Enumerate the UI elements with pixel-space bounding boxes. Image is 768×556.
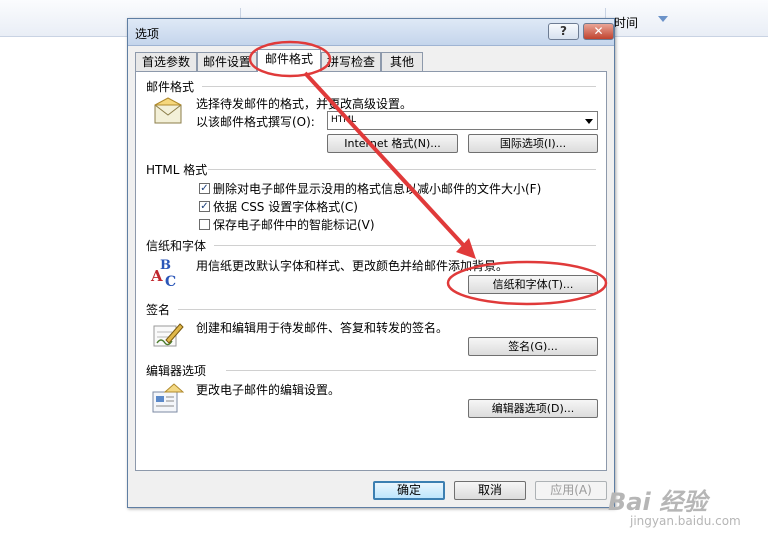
section-header-signatures: 签名 [146, 303, 171, 317]
tab-mail-format[interactable]: 邮件格式 [257, 49, 321, 72]
tab-mail-setup[interactable]: 邮件设置 [197, 52, 257, 71]
section-divider [214, 245, 596, 246]
signature-pen-icon [153, 323, 184, 347]
editor-description: 更改电子邮件的编辑设置。 [196, 383, 341, 397]
section-header-message-format: 邮件格式 [146, 80, 195, 94]
section-divider [208, 169, 596, 170]
signatures-button[interactable]: 签名(G)... [468, 337, 598, 356]
smart-tags-label: 保存电子邮件中的智能标记(V) [213, 218, 375, 232]
section-divider [202, 86, 596, 87]
sort-arrow-icon[interactable] [658, 16, 668, 22]
watermark-logo-text: Bai 经验 [608, 488, 708, 516]
options-dialog: 选项 ? ✕ 首选参数 邮件设置 邮件格式 拼写检查 其他 邮件格式 选择待发邮… [127, 18, 615, 508]
section-divider [178, 309, 596, 310]
css-formatting-checkbox[interactable]: ✓ [199, 201, 210, 212]
ok-button[interactable]: 确定 [373, 481, 445, 500]
editor-options-button[interactable]: 编辑器选项(D)... [468, 399, 598, 418]
stationery-fonts-icon: B A C [150, 258, 176, 288]
svg-text:C: C [165, 274, 176, 288]
internet-format-button[interactable]: Internet 格式(N)... [327, 134, 458, 153]
stationery-description: 用信纸更改默认字体和样式、更改颜色并给邮件添加背景。 [196, 259, 509, 273]
tab-preferences[interactable]: 首选参数 [135, 52, 197, 71]
section-header-stationery: 信纸和字体 [146, 239, 207, 253]
international-options-button[interactable]: 国际选项(I)... [468, 134, 598, 153]
close-button[interactable]: ✕ [583, 23, 614, 40]
css-formatting-label: 依据 CSS 设置字体格式(C) [213, 200, 358, 214]
message-format-description: 选择待发邮件的格式，并更改高级设置。 [196, 97, 413, 111]
tab-panel-mail-format: 邮件格式 选择待发邮件的格式，并更改高级设置。 以该邮件格式撰写(O): HTM… [135, 71, 607, 471]
smart-tags-checkbox[interactable] [199, 219, 210, 230]
section-header-editor: 编辑器选项 [146, 364, 207, 378]
watermark-url: jingyan.baidu.com [630, 514, 741, 528]
compose-format-select[interactable]: HTML [327, 111, 598, 130]
strip-formatting-checkbox[interactable]: ✓ [199, 183, 210, 194]
svg-text:A: A [150, 267, 163, 285]
dialog-title: 选项 [135, 27, 160, 41]
editor-options-icon [152, 383, 184, 413]
envelope-icon [154, 97, 182, 124]
compose-format-value: HTML [331, 115, 357, 125]
strip-formatting-label: 删除对电子邮件显示没用的格式信息以减小邮件的文件大小(F) [213, 182, 542, 196]
dialog-titlebar[interactable]: 选项 ? ✕ [128, 19, 614, 46]
section-header-html-format: HTML 格式 [146, 163, 208, 177]
section-divider [226, 370, 596, 371]
time-column-header[interactable]: 时间 [614, 14, 638, 31]
stationery-fonts-button[interactable]: 信纸和字体(T)... [468, 275, 598, 294]
tab-spelling[interactable]: 拼写检查 [321, 52, 381, 71]
chevron-down-icon[interactable] [585, 119, 593, 124]
help-button[interactable]: ? [548, 23, 579, 40]
cancel-button[interactable]: 取消 [454, 481, 526, 500]
compose-format-label: 以该邮件格式撰写(O): [196, 115, 315, 129]
tab-other[interactable]: 其他 [381, 52, 423, 71]
baidu-jingyan-watermark: Bai 经验 jingyan.baidu.com [608, 482, 741, 528]
apply-button[interactable]: 应用(A) [535, 481, 607, 500]
signatures-description: 创建和编辑用于待发邮件、答复和转发的签名。 [196, 321, 449, 335]
